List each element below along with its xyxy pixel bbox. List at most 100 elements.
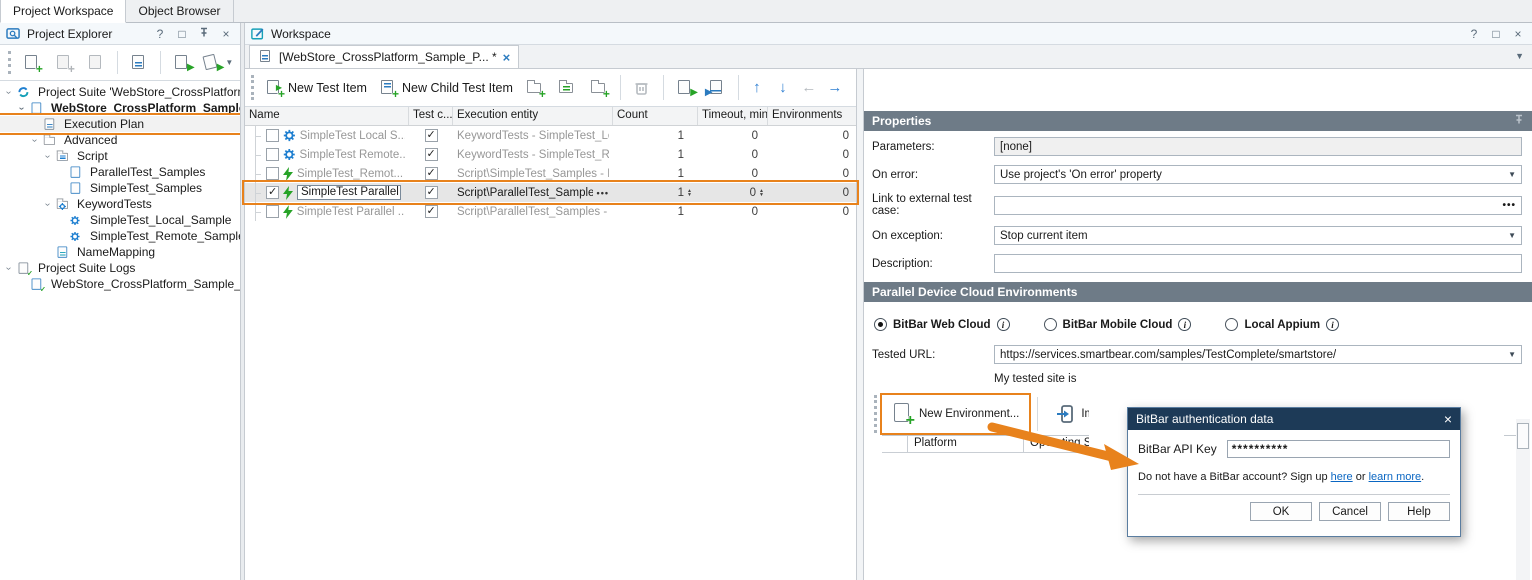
timeout-spinner[interactable]: ▲▼ <box>759 189 764 197</box>
run-test-button[interactable]: ▶ <box>703 74 731 102</box>
table-row[interactable]: SimpleTest_Remot... Script\SimpleTest_Sa… <box>245 164 856 183</box>
execution-plan-button[interactable] <box>125 49 153 77</box>
column-header-timeout[interactable]: Timeout, min <box>698 107 768 125</box>
test-case-checkbox[interactable] <box>425 148 438 161</box>
close-icon[interactable]: × <box>1444 411 1452 427</box>
tree-item-paralleltest-samples[interactable]: ParallelTest_Samples <box>0 164 240 180</box>
scrollbar-thumb[interactable] <box>1517 423 1529 449</box>
close-icon[interactable]: × <box>218 27 234 41</box>
new-test-item-button[interactable]: ▶+New Test Item <box>261 74 371 102</box>
tree-item-advanced[interactable]: ›Advanced <box>0 132 240 148</box>
api-key-input[interactable]: ********** <box>1227 440 1450 458</box>
link-learn-more[interactable]: learn more <box>1369 471 1422 483</box>
field-label: On exception: <box>872 230 994 242</box>
move-right-icon[interactable]: → <box>824 79 846 96</box>
radio-local-appium[interactable]: Local Appiumi <box>1225 318 1339 331</box>
help-icon[interactable]: ? <box>1466 27 1482 41</box>
test-case-checkbox[interactable] <box>425 167 438 180</box>
tree-item-simpletest-remote-sample[interactable]: SimpleTest_Remote_Sample <box>0 228 240 244</box>
open-item-button-disabled <box>82 49 110 77</box>
vertical-scrollbar[interactable] <box>1516 419 1530 580</box>
enabled-checkbox[interactable] <box>266 186 279 199</box>
column-header-name[interactable]: Name <box>245 107 409 125</box>
toolbar-grip[interactable] <box>8 51 12 74</box>
enabled-checkbox[interactable] <box>266 129 279 142</box>
column-header-environments[interactable]: Environments <box>768 107 853 125</box>
tree-item-execution-plan[interactable]: Execution Plan <box>0 116 240 132</box>
tab-label: Project Workspace <box>13 4 113 18</box>
name-edit-field[interactable]: SimpleTest Parallel ... <box>297 185 401 200</box>
info-icon[interactable]: i <box>1326 318 1339 331</box>
radio-bitbar-mobile-cloud[interactable]: BitBar Mobile Cloudi <box>1044 318 1192 331</box>
column-header-count[interactable]: Count <box>613 107 698 125</box>
column-header-execution-entity[interactable]: Execution entity <box>453 107 613 125</box>
run-selected-button[interactable]: ▶ <box>671 74 699 102</box>
new-child-test-item-button[interactable]: +New Child Test Item <box>375 74 517 102</box>
test-case-checkbox[interactable] <box>425 129 438 142</box>
tested-url-combo[interactable]: https://services.smartbear.com/samples/T… <box>994 345 1522 364</box>
parameters-field[interactable]: [none] <box>994 137 1522 156</box>
on-exception-select[interactable]: Stop current item▼ <box>994 226 1522 245</box>
tree-item-keywordtests[interactable]: ›KeywordTests <box>0 196 240 212</box>
column-header-test-case[interactable]: Test c... <box>409 107 453 125</box>
table-row[interactable]: SimpleTest Parallel ... Script\ParallelT… <box>245 202 856 221</box>
tree-item-log[interactable]: ✓WebStore_CrossPlatform_Sample_Project <box>0 276 240 292</box>
maximize-icon[interactable]: □ <box>174 27 190 41</box>
enabled-checkbox[interactable] <box>266 205 279 218</box>
link-external-test-case-field[interactable]: ••• <box>994 196 1522 215</box>
toolbar-grip[interactable] <box>251 75 255 100</box>
env-column-platform[interactable]: Platform <box>908 436 1024 453</box>
tree-item-namemapping[interactable]: NameMapping <box>0 244 240 260</box>
tree-item-simpletest-local-sample[interactable]: SimpleTest_Local_Sample <box>0 212 240 228</box>
tree-connector <box>249 126 262 145</box>
close-icon[interactable]: × <box>503 50 511 65</box>
tab-list-dropdown-icon[interactable]: ▼ <box>1515 51 1524 61</box>
cancel-button[interactable]: Cancel <box>1319 502 1381 521</box>
tab-object-browser[interactable]: Object Browser <box>126 0 233 22</box>
table-row-selected[interactable]: SimpleTest Parallel ... Script\ParallelT… <box>245 183 856 202</box>
help-icon[interactable]: ? <box>152 27 168 41</box>
run-project-button[interactable]: ▶ <box>168 49 196 77</box>
count-value: 1 <box>678 130 684 142</box>
move-up-icon[interactable]: ↑ <box>746 79 768 96</box>
dialog-title-bar[interactable]: BitBar authentication data× <box>1128 408 1460 430</box>
on-error-select[interactable]: Use project's 'On error' property▼ <box>994 165 1522 184</box>
entity-ellipsis-button[interactable]: ••• <box>597 188 609 198</box>
tree-item-project-suite[interactable]: ›Project Suite 'WebStore_CrossPlatform_S… <box>0 84 240 100</box>
test-case-checkbox[interactable] <box>425 186 438 199</box>
pin-icon[interactable] <box>196 27 212 41</box>
count-spinner[interactable]: ▲▼ <box>687 189 692 197</box>
new-environment-button[interactable]: +New Environment... <box>884 397 1027 431</box>
move-down-icon[interactable]: ↓ <box>772 79 794 96</box>
description-field[interactable] <box>994 254 1522 273</box>
ok-button[interactable]: OK <box>1250 502 1312 521</box>
group-items-button[interactable] <box>553 74 581 102</box>
table-row[interactable]: SimpleTest Local S... KeywordTests - Sim… <box>245 126 856 145</box>
test-case-checkbox[interactable] <box>425 205 438 218</box>
editor-properties-splitter[interactable] <box>857 69 864 580</box>
run-project-suite-button[interactable]: ▶▼ <box>200 49 236 77</box>
tree-item-project-suite-logs[interactable]: ›✓Project Suite Logs <box>0 260 240 276</box>
enabled-checkbox[interactable] <box>266 148 279 161</box>
tree-item-project[interactable]: ›WebStore_CrossPlatform_Sample_Pr <box>0 100 240 116</box>
help-button[interactable]: Help <box>1388 502 1450 521</box>
new-child-group-button[interactable]: + <box>585 74 613 102</box>
new-group-button[interactable]: + <box>521 74 549 102</box>
table-row[interactable]: SimpleTest Remote... KeywordTests - Simp… <box>245 145 856 164</box>
info-icon[interactable]: i <box>1178 318 1191 331</box>
maximize-icon[interactable]: □ <box>1488 27 1504 41</box>
tab-project-workspace[interactable]: Project Workspace <box>0 0 126 23</box>
toolbar-grip[interactable] <box>874 395 878 433</box>
document-tab-execution-plan[interactable]: [WebStore_CrossPlatform_Sample_P... * × <box>249 45 519 68</box>
tree-item-script[interactable]: ›Script <box>0 148 240 164</box>
radio-bitbar-web-cloud[interactable]: BitBar Web Cloudi <box>874 318 1010 331</box>
pin-icon[interactable] <box>1514 114 1524 128</box>
enabled-checkbox[interactable] <box>266 167 279 180</box>
add-new-item-button[interactable]: + <box>18 49 46 77</box>
tree-item-simpletest-samples[interactable]: SimpleTest_Samples <box>0 180 240 196</box>
toolbar-separator <box>738 75 739 100</box>
browse-ellipsis-button[interactable]: ••• <box>1502 200 1516 211</box>
info-icon[interactable]: i <box>997 318 1010 331</box>
close-icon[interactable]: × <box>1510 27 1526 41</box>
link-here[interactable]: here <box>1331 471 1353 483</box>
